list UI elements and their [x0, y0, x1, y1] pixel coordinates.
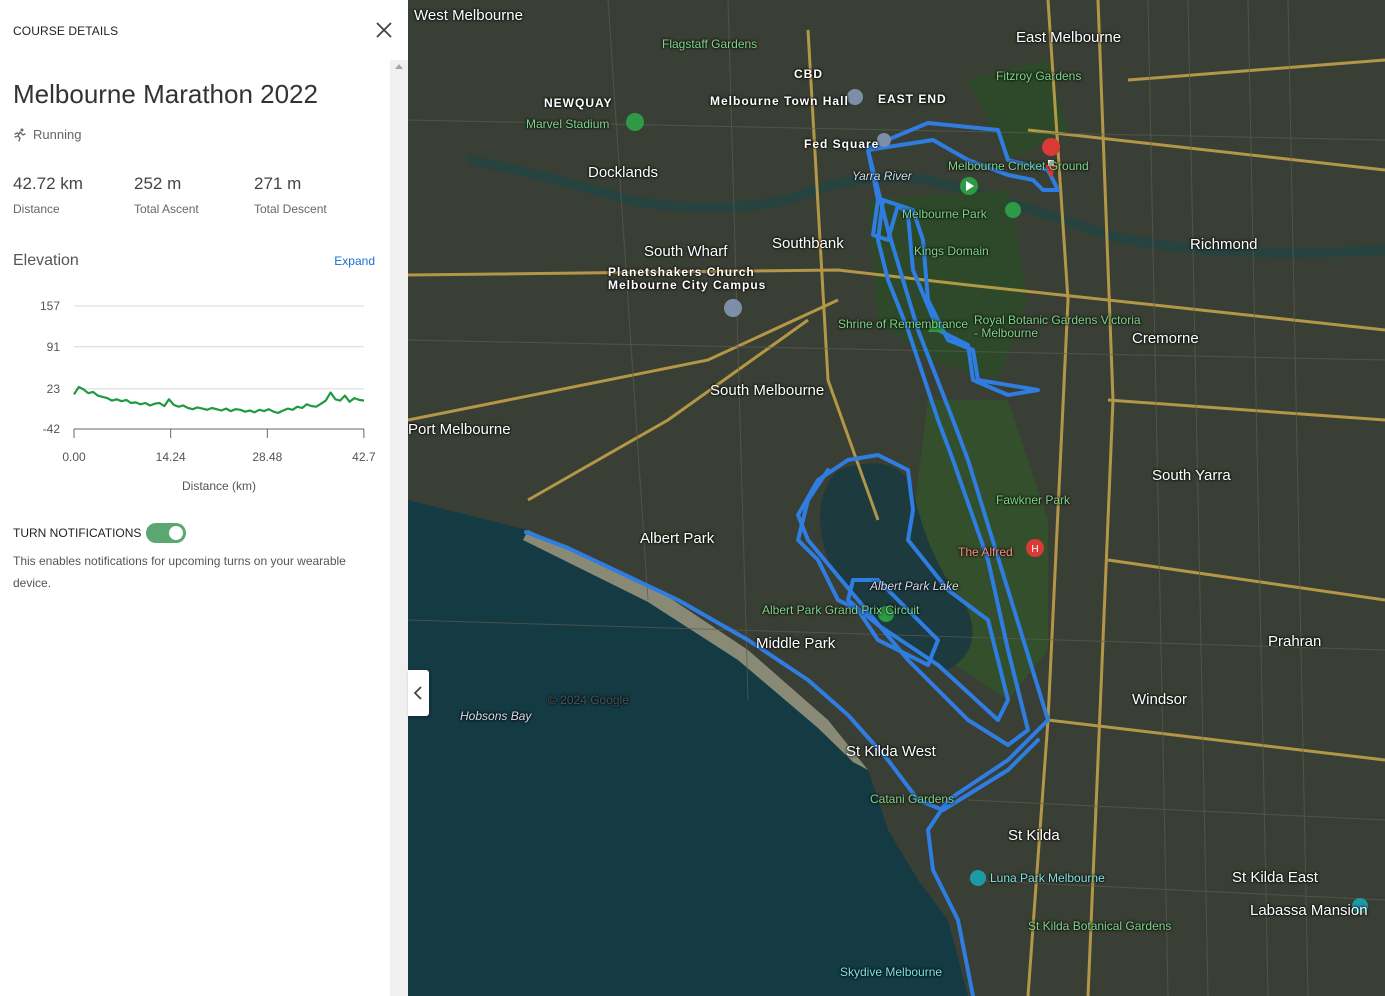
map-label[interactable]: Fawkner Park — [996, 494, 1070, 507]
map-label[interactable]: Yarra River — [852, 170, 912, 183]
map-label[interactable]: St Kilda Botanical Gardens — [1028, 920, 1171, 933]
map-label[interactable]: St Kilda East — [1232, 870, 1318, 886]
stat-distance: 42.72 km Distance — [13, 174, 83, 216]
stat-label: Total Ascent — [134, 202, 199, 216]
map-label[interactable]: Southbank — [772, 236, 844, 252]
y-tick-label: 91 — [47, 340, 61, 354]
map-label[interactable]: West Melbourne — [414, 8, 523, 24]
stat-value: 271 m — [254, 174, 302, 193]
map-label[interactable]: Flagstaff Gardens — [662, 38, 757, 51]
activity-type: Running — [13, 127, 81, 142]
map-label[interactable]: EAST END — [878, 93, 947, 106]
map-label[interactable]: Catani Gardens — [870, 793, 954, 806]
x-tick-label: 14.24 — [156, 450, 186, 464]
stat-total-ascent: 252 m Total Ascent — [134, 174, 199, 216]
turn-notifications-label: TURN NOTIFICATIONS — [13, 526, 142, 540]
map-label[interactable]: Hobsons Bay — [460, 710, 531, 723]
expand-link[interactable]: Expand — [334, 254, 375, 268]
map-label[interactable]: Melbourne Cricket Ground — [948, 160, 1089, 173]
map-label[interactable]: Melbourne Park — [902, 208, 987, 221]
y-tick-label: 23 — [47, 382, 61, 396]
stat-total-descent: 271 m Total Descent — [254, 174, 327, 216]
map-label[interactable]: St Kilda — [1008, 828, 1060, 844]
close-icon[interactable] — [372, 18, 396, 42]
map-label[interactable]: The Alfred — [958, 546, 1013, 559]
stat-label: Total Descent — [254, 202, 327, 216]
x-tick-label: 28.48 — [252, 450, 282, 464]
map-label[interactable]: East Melbourne — [1016, 30, 1121, 46]
map-label[interactable]: © 2024 Google — [548, 694, 629, 707]
map-label[interactable]: Prahran — [1268, 634, 1321, 650]
panel-scrollbar[interactable] — [390, 60, 408, 996]
map-label[interactable]: Richmond — [1190, 237, 1258, 253]
map-label[interactable]: Marvel Stadium — [526, 118, 609, 131]
map-label[interactable]: Shrine of Remembrance — [838, 318, 968, 331]
stat-label: Distance — [13, 202, 60, 216]
elevation-title: Elevation — [13, 252, 79, 269]
stat-value: 252 m — [134, 174, 182, 193]
map-label[interactable]: St Kilda West — [846, 744, 936, 760]
map-label[interactable]: Albert Park — [640, 531, 714, 547]
map-label[interactable]: Fitzroy Gardens — [996, 70, 1081, 83]
map-label[interactable]: Melbourne Town Hall — [710, 95, 849, 108]
map-label[interactable]: Luna Park Melbourne — [990, 872, 1105, 885]
map-label[interactable]: Port Melbourne — [408, 422, 511, 438]
map-label[interactable]: South Wharf — [644, 244, 727, 260]
y-tick-label: 157 — [40, 299, 60, 313]
running-icon — [14, 128, 26, 142]
map-label[interactable]: Royal Botanic Gardens Victoria - Melbour… — [974, 314, 1144, 339]
stat-value: 42.72 km — [13, 174, 83, 193]
elevation-chart: 157 91 23 -420.00 14.24 28.48 42.7 Distance (km… — [40, 299, 376, 493]
map-label[interactable]: CBD — [794, 68, 823, 81]
activity-label: Running — [33, 127, 82, 142]
map-label[interactable]: Windsor — [1132, 692, 1187, 708]
map-label[interactable]: Fed Square — [804, 138, 879, 151]
elevation-line — [73, 385, 365, 414]
map-canvas: H — [408, 0, 1385, 996]
panel-header: COURSE DETAILS — [13, 24, 119, 38]
chevron-left-icon — [413, 686, 422, 700]
map-label[interactable]: Planetshakers Church Melbourne City Camp… — [608, 266, 778, 291]
map-label[interactable]: South Melbourne — [710, 383, 824, 399]
toggle-knob — [169, 526, 183, 540]
map-label[interactable]: Kings Domain — [914, 245, 989, 258]
x-axis-label: Distance (km) — [182, 479, 256, 493]
map-label[interactable]: Albert Park Lake — [870, 580, 959, 593]
map-label[interactable]: Middle Park — [756, 636, 835, 652]
y-tick-label: -42 — [43, 422, 61, 436]
course-details-panel: COURSE DETAILS Melbourne Marathon 2022 R… — [0, 0, 392, 996]
map-label[interactable]: Labassa Mansion — [1250, 903, 1368, 919]
scroll-up-arrow-icon[interactable] — [395, 64, 403, 69]
course-title: Melbourne Marathon 2022 — [13, 79, 318, 109]
map-label[interactable]: South Yarra — [1152, 468, 1231, 484]
map-label[interactable]: Albert Park Grand Prix Circuit — [762, 604, 919, 617]
map-label[interactable]: Docklands — [588, 165, 658, 181]
x-tick-label: 0.00 — [62, 450, 86, 464]
turn-notifications-toggle[interactable] — [146, 523, 186, 543]
x-tick-label: 42.7 — [352, 450, 376, 464]
turn-notifications-description: This enables notifications for upcoming … — [13, 554, 346, 590]
svg-text:H: H — [1031, 544, 1038, 555]
map-label[interactable]: Cremorne — [1132, 331, 1199, 347]
satellite-map[interactable]: H West Melbourne Flagstaff Gardens CBD NEWQ… — [408, 0, 1385, 996]
collapse-panel-button[interactable] — [408, 670, 429, 716]
map-label[interactable]: Skydive Melbourne — [840, 966, 942, 979]
map-label[interactable]: NEWQUAY — [544, 97, 613, 110]
